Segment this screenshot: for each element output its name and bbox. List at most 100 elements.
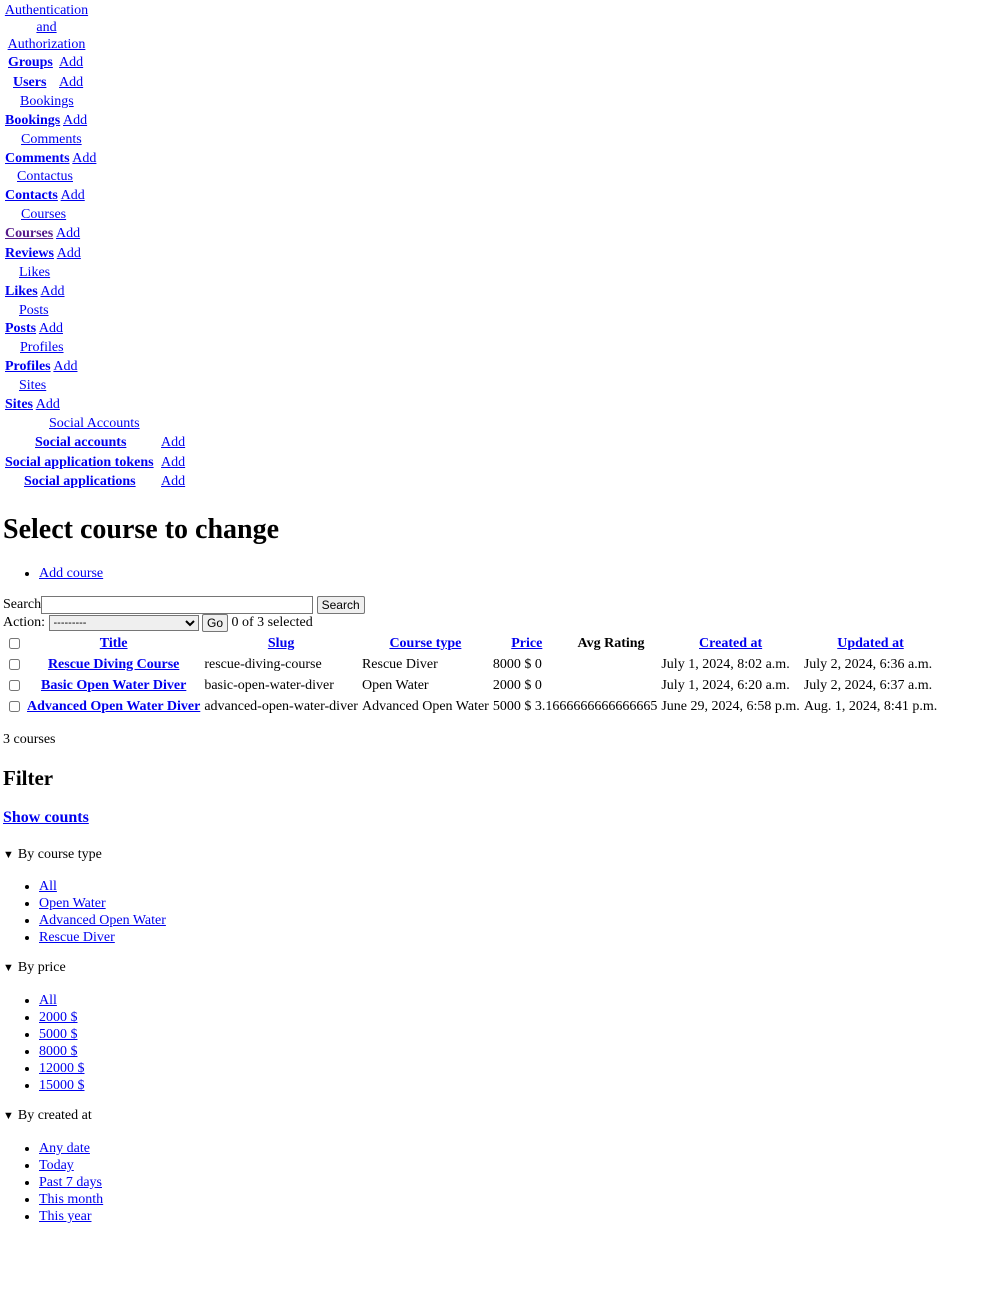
nav-caption-bookings: Bookings [20,94,74,110]
action-select[interactable]: --------- [48,615,199,631]
nav-groups-link[interactable]: Groups [8,55,53,70]
course-title-link[interactable]: Rescue Diving Course [48,657,179,672]
select-all-checkbox[interactable] [9,637,20,649]
sort-updated-at-link[interactable]: Updated at [837,636,904,651]
nav-caption-social-link[interactable]: Social Accounts [49,416,140,431]
filter-link[interactable]: Open Water [39,896,106,911]
add-course-link[interactable]: Add course [39,566,103,581]
nav-caption-contactus-link[interactable]: Contactus [17,169,73,184]
nav-social-accounts-add-link[interactable]: Add [161,435,185,450]
nav-comments-link[interactable]: Comments [5,151,70,166]
search-button[interactable]: Search [316,596,365,614]
course-title-link[interactable]: Advanced Open Water Diver [27,699,200,714]
nav-row-social-apps: Social applications [24,474,136,490]
filter-link[interactable]: This month [39,1192,103,1207]
price-value: 2000 $ [492,677,532,693]
nav-caption-bookings-link[interactable]: Bookings [20,94,74,109]
filter-link[interactable]: Today [39,1158,74,1173]
disclosure-triangle-icon: ▼ [3,849,14,861]
disclosure-triangle-icon: ▼ [3,962,14,974]
row-checkbox[interactable] [9,658,20,670]
nav-profiles-link[interactable]: Profiles [5,359,51,374]
nav-groups-add-link[interactable]: Add [59,55,83,70]
page-title: Select course to change [3,514,280,545]
nav-sites-link[interactable]: Sites [5,397,33,412]
nav-likes-link[interactable]: Likes [5,284,38,299]
sort-course-type-link[interactable]: Course type [389,636,461,651]
nav-courses-add-link[interactable]: Add [56,226,80,241]
filter-item: Any date [39,1140,103,1157]
show-counts-link[interactable]: Show counts [3,809,89,826]
filter-group-label: By created at [17,1108,92,1123]
column-header-avg-rating: Avg Rating [577,635,645,651]
filter-group-course-type-summary[interactable]: ▼ By course type [3,847,102,863]
filter-link[interactable]: Rescue Diver [39,930,115,945]
nav-profiles-add-link[interactable]: Add [53,359,77,374]
filter-link[interactable]: 12000 $ [39,1061,85,1076]
nav-reviews-add-link[interactable]: Add [57,246,81,261]
nav-contacts-add-link[interactable]: Add [61,188,85,203]
filter-heading: Filter [3,766,54,790]
nav-sites-add-link[interactable]: Add [36,397,60,412]
filter-item: Rescue Diver [39,929,166,946]
sort-price-link[interactable]: Price [511,636,542,651]
filter-link[interactable]: This year [39,1209,91,1224]
filter-item: 5000 $ [39,1026,85,1043]
filter-group-price-summary[interactable]: ▼ By price [3,960,66,976]
filter-link[interactable]: 5000 $ [39,1027,78,1042]
nav-social-tokens-link[interactable]: Social application tokens [5,455,154,470]
row-select-cell [5,676,24,695]
nav-users-add-link[interactable]: Add [59,75,83,90]
row-checkbox[interactable] [9,700,20,712]
nav-caption-sites-link[interactable]: Sites [19,378,46,393]
nav-social-accounts-link[interactable]: Social accounts [35,435,126,450]
filter-link[interactable]: 2000 $ [39,1010,78,1025]
nav-posts-add-link[interactable]: Add [39,321,63,336]
nav-caption-auth[interactable]: Authentication and Authorization [3,2,90,53]
nav-contacts-link[interactable]: Contacts [5,188,58,203]
nav-courses-link[interactable]: Courses [5,226,53,241]
nav-reviews-link[interactable]: Reviews [5,246,54,261]
nav-caption-comments-link[interactable]: Comments [21,132,82,147]
sort-slug-link[interactable]: Slug [268,636,294,651]
filter-link[interactable]: Any date [39,1141,90,1156]
title-cell: Advanced Open Water Diver [26,697,201,716]
nav-caption-courses-link[interactable]: Courses [21,207,66,222]
nav-caption-posts: Posts [19,303,49,319]
nav-caption-posts-link[interactable]: Posts [19,303,49,318]
price-cell: 5000 $ 3.1666666666666665 [492,697,659,716]
filter-link[interactable]: 15000 $ [39,1078,85,1093]
price-cell: 8000 $ 0 [492,655,562,674]
filter-group-label: By course type [17,847,102,862]
nav-social-apps-link[interactable]: Social applications [24,474,136,489]
filter-link[interactable]: Advanced Open Water [39,913,166,928]
nav-caption-profiles-link[interactable]: Profiles [20,340,64,355]
nav-caption-auth-link[interactable]: Authentication and Authorization [5,3,88,52]
filter-item: 8000 $ [39,1043,85,1060]
course-title-link[interactable]: Basic Open Water Diver [41,678,186,693]
course-type-cell: Open Water [361,677,429,693]
search-input[interactable] [41,596,314,614]
row-checkbox[interactable] [9,679,20,691]
filter-link[interactable]: Past 7 days [39,1175,102,1190]
nav-users-link[interactable]: Users [13,75,46,90]
nav-posts-link[interactable]: Posts [5,321,36,336]
nav-bookings-link[interactable]: Bookings [5,113,60,128]
title-cell: Basic Open Water Diver [26,676,201,695]
table-row: Advanced Open Water Diver advanced-open-… [5,697,938,716]
nav-social-apps-add-link[interactable]: Add [161,474,185,489]
nav-likes-add-link[interactable]: Add [40,284,64,299]
nav-social-tokens-add-link[interactable]: Add [161,455,185,470]
filter-link[interactable]: All [39,879,57,894]
sort-created-at-link[interactable]: Created at [699,636,762,651]
filter-link[interactable]: 8000 $ [39,1044,78,1059]
nav-row-sites: Sites Add [5,397,60,413]
nav-bookings-add-link[interactable]: Add [63,113,87,128]
filter-group-created-at-summary[interactable]: ▼ By created at [3,1108,92,1124]
nav-caption-likes-link[interactable]: Likes [19,265,50,280]
sort-title-link[interactable]: Title [100,636,128,651]
filter-link[interactable]: All [39,993,57,1008]
nav-comments-add-link[interactable]: Add [72,151,96,166]
go-button[interactable]: Go [202,614,229,632]
price-value: 5000 $ [492,698,532,714]
